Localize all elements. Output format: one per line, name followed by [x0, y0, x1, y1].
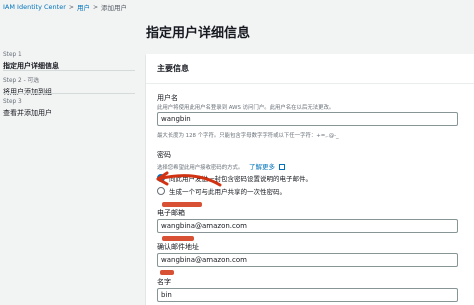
redaction-mark — [162, 236, 194, 241]
external-link-icon — [278, 164, 285, 170]
chevron-right-icon: > — [68, 3, 74, 11]
breadcrumb-item-add-user: 添加用户 — [100, 4, 127, 12]
step-number: Step 1 — [3, 52, 22, 58]
step-title: 将用户添加到组 — [3, 88, 52, 96]
username-hint: 最大长度为 128 个字符。只能包含字母数字字符或以下任一字符：+=,.@-_ — [157, 133, 339, 139]
panel-header: 主要信息 — [146, 54, 474, 84]
step-divider — [3, 70, 135, 71]
username-description: 此用户将使用此用户名登录到 AWS 访问门户。此用户名在以后无法更改。 — [157, 105, 335, 111]
redaction-mark — [162, 202, 202, 207]
wizard-step-3[interactable]: Step 3 查看并添加用户 — [3, 99, 52, 118]
step-title: 查看并添加用户 — [3, 109, 52, 117]
username-label: 用户名 — [157, 94, 178, 102]
wizard-step-1[interactable]: Step 1 指定用户详细信息 — [3, 52, 59, 71]
breadcrumb: IAM Identity Center > 用户 > 添加用户 — [0, 0, 474, 14]
annotation-arrow — [156, 171, 222, 187]
password-label: 密码 — [157, 151, 171, 159]
redaction-mark — [160, 270, 174, 275]
step-divider — [3, 93, 135, 94]
learn-more-link[interactable]: 了解更多 — [249, 163, 275, 171]
confirm-email-label: 确认邮件地址 — [157, 243, 199, 251]
first-name-input[interactable]: bin — [157, 288, 458, 302]
breadcrumb-item-identity-center[interactable]: IAM Identity Center — [3, 3, 66, 11]
wizard-steps-sidebar: Step 1 指定用户详细信息 Step 2 - 可选 将用户添加到组 Step… — [0, 14, 135, 305]
step-number: Step 3 — [3, 99, 22, 105]
username-input[interactable]: wangbin — [157, 112, 458, 126]
breadcrumb-item-users[interactable]: 用户 — [77, 2, 90, 12]
confirm-email-input[interactable]: wangbina@amazon.com — [157, 253, 458, 267]
page-title: 指定用户详细信息 — [146, 26, 251, 41]
step-number: Step 2 - 可选 — [3, 78, 40, 84]
chevron-right-icon: > — [92, 3, 98, 11]
first-name-label: 名字 — [157, 278, 171, 286]
